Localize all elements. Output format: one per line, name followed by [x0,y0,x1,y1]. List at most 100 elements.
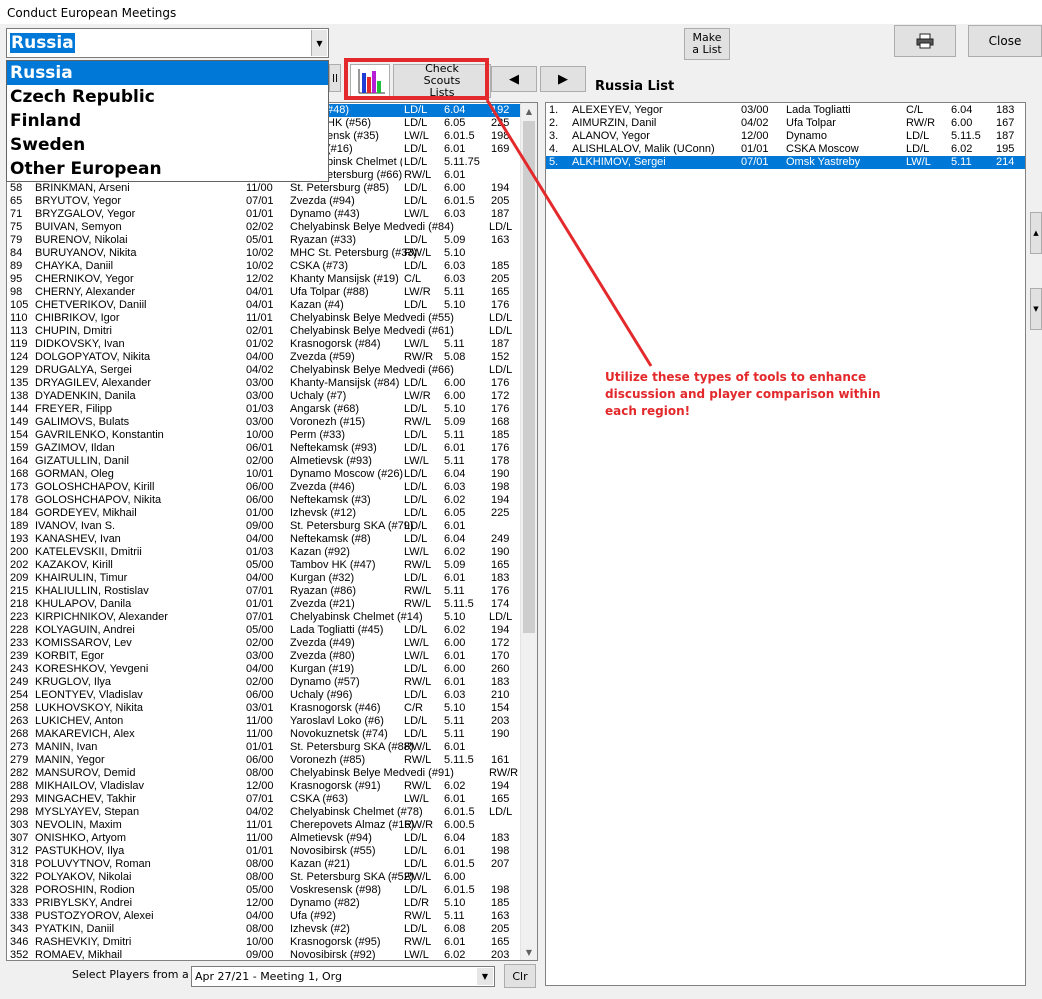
player-list-scrollbar[interactable]: ▲ ▼ [520,103,537,960]
table-row[interactable]: 338 PUSTOZYOROV, Alexei 04/00 Ufa (#92) RW/L… [7,910,520,923]
table-row[interactable]: 322 POLYAKOV, Nikolai 08/00 St. Petersburg … [7,871,520,884]
number-cell: 352 [10,949,29,961]
table-row[interactable]: 129 DRUGALYA, Sergei 04/02 Chelyabinsk Bely… [7,364,520,377]
region-option[interactable]: Other European [7,157,328,181]
table-row[interactable]: 138 DYADENKIN, Danila 03/00 Uchaly (#7) LW/R… [7,390,520,403]
table-row[interactable]: 65 BRYUTOV, Yegor 07/01 Zvezda (#94) LD/L 6.0… [7,195,520,208]
table-row[interactable]: 95 CHERNIKOV, Yegor 12/02 Khanty Mansijsk (… [7,273,520,286]
list-item[interactable]: 3. ALANOV, Yegor 12/00 Dynamo LD/L 5.11.5 187 [546,130,1025,143]
table-row[interactable]: 168 GORMAN, Oleg 10/01 Dynamo Moscow (#26) L… [7,468,520,481]
region-option[interactable]: Finland [7,109,328,133]
scroll-down-tab[interactable]: ▼ [1030,288,1042,330]
table-row[interactable]: 173 GOLOSHCHAPOV, Kirill 06/00 Zvezda (#46)… [7,481,520,494]
table-row[interactable]: 346 RASHEVKIY, Dmitri 10/00 Krasnogorsk (#9… [7,936,520,949]
previous-button[interactable]: ◀ [491,66,537,92]
chevron-down-icon[interactable]: ▼ [311,30,327,56]
height-cell: 6.04 [444,468,466,480]
region-option[interactable]: Czech Republic [7,85,328,109]
close-button[interactable]: Close [968,25,1042,57]
table-row[interactable]: 352 ROMAEV, Mikhail 09/00 Novosibirsk (#92)… [7,949,520,961]
table-row[interactable]: 135 DRYAGILEV, Alexander 03/00 Khanty-Mansi… [7,377,520,390]
table-row[interactable]: 193 KANASHEV, Ivan 04/00 Neftekamsk (#8) LD/… [7,533,520,546]
table-row[interactable]: 223 KIRPICHNIKOV, Alexander 07/01 Chelyabin… [7,611,520,624]
table-row[interactable]: 202 KAZAKOV, Kirill 05/00 Tambov HK (#47) RW… [7,559,520,572]
table-row[interactable]: 303 NEVOLIN, Maxim 11/01 Cherepovets Almaz … [7,819,520,832]
list-item[interactable]: 4. ALISHLALOV, Malik (UConn) 01/01 CSKA Mos… [546,143,1025,156]
table-row[interactable]: 184 GORDEYEV, Mikhail 01/00 Izhevsk (#12) LD… [7,507,520,520]
table-row[interactable]: 119 DIDKOVSKY, Ivan 01/02 Krasnogorsk (#84)… [7,338,520,351]
table-row[interactable]: 307 ONISHKO, Artyom 11/00 Almetievsk (#94) L… [7,832,520,845]
region-select[interactable]: Russia ▼ [6,28,329,58]
table-row[interactable]: 254 LEONTYEV, Vladislav 06/00 Uchaly (#96) L… [7,689,520,702]
table-row[interactable]: 228 KOLYAGUIN, Andrei 05/00 Lada Togliatti … [7,624,520,637]
table-row[interactable]: 200 KATELEVSKII, Dmitrii 01/03 Kazan (#92) L… [7,546,520,559]
table-row[interactable]: 164 GIZATULLIN, Danil 02/00 Almetievsk (#93… [7,455,520,468]
birthdate-cell: 11/01 [246,312,273,324]
table-row[interactable]: 71 BRYZGALOV, Yegor 01/01 Dynamo (#43) LW/L 6… [7,208,520,221]
table-row[interactable]: 333 PRIBYLSKY, Andrei 12/00 Dynamo (#82) LD/… [7,897,520,910]
table-row[interactable]: 89 CHAYKA, Daniil 10/02 CSKA (#73) LD/L 6.03 1… [7,260,520,273]
table-row[interactable]: 239 KORBIT, Egor 03/00 Zvezda (#80) LW/L 6.01… [7,650,520,663]
table-row[interactable]: 273 MANIN, Ivan 01/01 St. Petersburg SKA (#… [7,741,520,754]
table-row[interactable]: 149 GALIMOVS, Bulats 03/00 Voronezh (#15) RW… [7,416,520,429]
table-row[interactable]: 233 KOMISSAROV, Lev 02/00 Zvezda (#49) LW/L 6… [7,637,520,650]
region-option[interactable]: Russia [7,61,328,85]
table-row[interactable]: 293 MINGACHEV, Takhir 07/01 CSKA (#63) LW/L 6… [7,793,520,806]
table-row[interactable]: 113 CHUPIN, Dmitri 02/01 Chelyabinsk Belye … [7,325,520,338]
player-name-cell: KHULAPOV, Danila [35,598,132,610]
clear-button[interactable]: Clr [504,964,536,988]
position-cell: LW/L [404,130,429,142]
meeting-select[interactable]: Apr 27/21 - Meeting 1, Org ▼ [191,966,495,987]
table-row[interactable]: 328 POROSHIN, Rodion 05/00 Voskresensk (#98… [7,884,520,897]
number-cell: 193 [10,533,29,545]
table-row[interactable]: 79 BURENOV, Nikolai 05/01 Ryazan (#33) LD/L 5… [7,234,520,247]
scroll-down-icon[interactable]: ▼ [521,944,537,960]
next-button[interactable]: ▶ [540,66,586,92]
make-a-list-button[interactable]: Make a List [684,28,730,60]
position-cell: C/L [906,104,924,116]
table-row[interactable]: 75 BUIVAN, Semyon 02/02 Chelyabinsk Belye M… [7,221,520,234]
table-row[interactable]: 218 KHULAPOV, Danila 01/01 Zvezda (#21) RW/L… [7,598,520,611]
birthdate-cell: 01/02 [246,338,274,350]
scroll-up-tab[interactable]: ▲ [1030,212,1042,254]
scroll-thumb[interactable] [523,121,535,633]
region-option[interactable]: Sweden [7,133,328,157]
weight-cell: 165 [491,559,510,571]
print-button[interactable] [894,25,956,57]
table-row[interactable]: 282 MANSUROV, Demid 08/00 Chelyabinsk Belye… [7,767,520,780]
position-cell: LD/L [404,117,428,129]
list-item[interactable]: 1. ALEXEYEV, Yegor 03/00 Lada Togliatti C/L 6… [546,104,1025,117]
scroll-up-icon[interactable]: ▲ [521,103,537,119]
all-button[interactable]: ll [329,64,341,92]
table-row[interactable]: 144 FREYER, Filipp 01/03 Angarsk (#68) LD/L 5… [7,403,520,416]
player-name-cell: MIKHAILOV, Vladislav [35,780,145,792]
player-name-cell: IVANOV, Ivan S. [35,520,116,532]
table-row[interactable]: 318 POLUVYTNOV, Roman 08/00 Kazan (#21) LD/L… [7,858,520,871]
table-row[interactable]: 154 GAVRILENKO, Konstantin 10/00 Perm (#33)… [7,429,520,442]
table-row[interactable]: 124 DOLGOPYATOV, Nikita 04/00 Zvezda (#59) R… [7,351,520,364]
table-row[interactable]: 58 BRINKMAN, Arseni 11/00 St. Petersburg (#… [7,182,520,195]
table-row[interactable]: 84 BURUYANOV, Nikita 10/02 MHC St. Petersbu… [7,247,520,260]
table-row[interactable]: 215 KHALIULLIN, Rostislav 07/01 Ryazan (#86… [7,585,520,598]
table-row[interactable]: 279 MANIN, Yegor 06/00 Voronezh (#85) RW/L 5.… [7,754,520,767]
table-row[interactable]: 110 CHIBRIKOV, Igor 11/01 Chelyabinsk Belye… [7,312,520,325]
table-row[interactable]: 105 CHETVERIKOV, Daniil 04/01 Kazan (#4) LD/… [7,299,520,312]
table-row[interactable]: 312 PASTUKHOV, Ilya 01/01 Novosibirsk (#55)… [7,845,520,858]
list-item[interactable]: 5. ALKHIMOV, Sergei 07/01 Omsk Yastreby LW/L… [546,156,1025,169]
list-item[interactable]: 2. AIMURZIN, Danil 04/02 Ufa Tolpar RW/R 6.00… [546,117,1025,130]
height-cell: 5.09 [444,234,466,246]
table-row[interactable]: 268 MAKAREVICH, Alex 11/00 Novokuznetsk (#7… [7,728,520,741]
table-row[interactable]: 178 GOLOSHCHAPOV, Nikita 06/00 Neftekamsk (… [7,494,520,507]
table-row[interactable]: 243 KORESHKOV, Yevgeni 04/00 Kurgan (#19) LD… [7,663,520,676]
chevron-down-icon[interactable]: ▼ [477,968,493,985]
table-row[interactable]: 298 MYSLYAYEV, Stepan 04/02 Chelyabinsk Che… [7,806,520,819]
table-row[interactable]: 343 PYATKIN, Daniil 08/00 Izhevsk (#2) LD/L 6… [7,923,520,936]
table-row[interactable]: 288 MIKHAILOV, Vladislav 12/00 Krasnogorsk … [7,780,520,793]
table-row[interactable]: 98 CHERNY, Alexander 04/01 Ufa Tolpar (#88)… [7,286,520,299]
table-row[interactable]: 258 LUKHOVSKOY, Nikita 03/01 Krasnogorsk (#… [7,702,520,715]
table-row[interactable]: 249 KRUGLOV, Ilya 02/00 Dynamo (#57) RW/L 6.0… [7,676,520,689]
table-row[interactable]: 189 IVANOV, Ivan S. 09/00 St. Petersburg SK… [7,520,520,533]
table-row[interactable]: 209 KHAIRULIN, Timur 04/00 Kurgan (#32) LD/L… [7,572,520,585]
table-row[interactable]: 263 LUKICHEV, Anton 11/00 Yaroslavl Loko (#… [7,715,520,728]
table-row[interactable]: 159 GAZIMOV, Ildan 06/01 Neftekamsk (#93) LD… [7,442,520,455]
